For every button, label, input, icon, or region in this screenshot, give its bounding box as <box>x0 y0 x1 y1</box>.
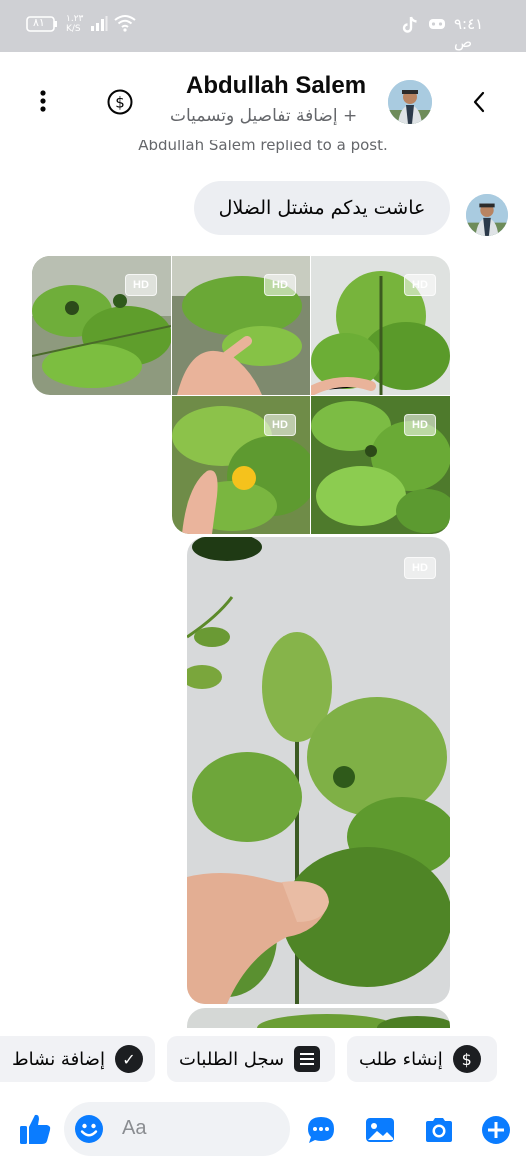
wifi-icon <box>114 14 136 36</box>
battery-level: ٨١ <box>33 16 45 29</box>
tiktok-icon <box>402 16 418 38</box>
composer-bar: Aa <box>0 1090 526 1168</box>
status-bar: ٨١ ١.٢٣ K/S ٩:٤١ ص <box>0 0 526 52</box>
add-activity-chip[interactable]: ✓ إضافة نشاط <box>0 1036 155 1082</box>
game-icon <box>428 18 446 34</box>
sender-avatar[interactable] <box>466 194 508 236</box>
like-icon[interactable] <box>18 1112 52 1146</box>
photo-3[interactable]: HD <box>311 256 450 395</box>
list-icon <box>294 1046 321 1072</box>
create-request-chip[interactable]: $ إنشاء طلب <box>347 1036 497 1082</box>
photo-1[interactable]: HD <box>32 256 171 395</box>
hd-badge: HD <box>404 414 436 436</box>
check-icon: ✓ <box>114 1045 143 1073</box>
replied-note: Abdullah Salem replied to a post. <box>138 140 388 154</box>
emoji-icon[interactable] <box>74 1114 104 1144</box>
message-input-placeholder: Aa <box>122 1117 147 1139</box>
contact-name[interactable]: Abdullah Salem <box>186 72 366 100</box>
hd-badge: HD <box>404 274 436 296</box>
photo-large[interactable]: HD <box>187 537 450 1004</box>
camera-icon[interactable] <box>423 1116 455 1144</box>
hd-badge: HD <box>125 274 157 296</box>
create-request-label: إنشاء طلب <box>359 1048 443 1070</box>
more-vertical-icon[interactable] <box>32 88 54 116</box>
clock: ٩:٤١ ص <box>454 15 484 51</box>
dollar-icon[interactable]: $ <box>107 89 133 115</box>
message-bubble[interactable]: عاشت يدكم مشتل الضلال <box>194 181 450 235</box>
network-speed: ١.٢٣ K/S <box>66 14 84 34</box>
request-log-chip[interactable]: سجل الطلبات <box>167 1036 335 1082</box>
conversation-header: $ Abdullah Salem + إضافة تفاصيل وتسميات <box>0 52 526 140</box>
add-icon[interactable] <box>481 1115 511 1145</box>
battery-icon: ٨١ <box>26 16 58 36</box>
gallery-icon[interactable] <box>365 1116 395 1144</box>
chat-bubble-icon[interactable] <box>306 1115 336 1145</box>
hd-badge: HD <box>264 414 296 436</box>
photo-5[interactable]: HD <box>311 396 450 534</box>
svg-text:$: $ <box>115 94 125 112</box>
hd-badge: HD <box>264 274 296 296</box>
signal-icon <box>90 16 108 36</box>
contact-avatar[interactable] <box>388 80 432 124</box>
message-text: عاشت يدكم مشتل الضلال <box>218 197 426 219</box>
request-log-label: سجل الطلبات <box>179 1048 285 1070</box>
dollar-icon: $ <box>452 1045 481 1073</box>
photo-4[interactable]: HD <box>172 396 310 534</box>
hd-badge: HD <box>404 557 436 579</box>
photo-2[interactable]: HD <box>172 256 310 395</box>
add-details-link[interactable]: + إضافة تفاصيل وتسميات <box>170 106 357 126</box>
add-activity-label: إضافة نشاط <box>12 1048 105 1070</box>
photo-next-partial[interactable] <box>187 1008 450 1028</box>
message-input[interactable]: Aa <box>64 1102 290 1156</box>
back-chevron-icon[interactable] <box>470 90 490 114</box>
